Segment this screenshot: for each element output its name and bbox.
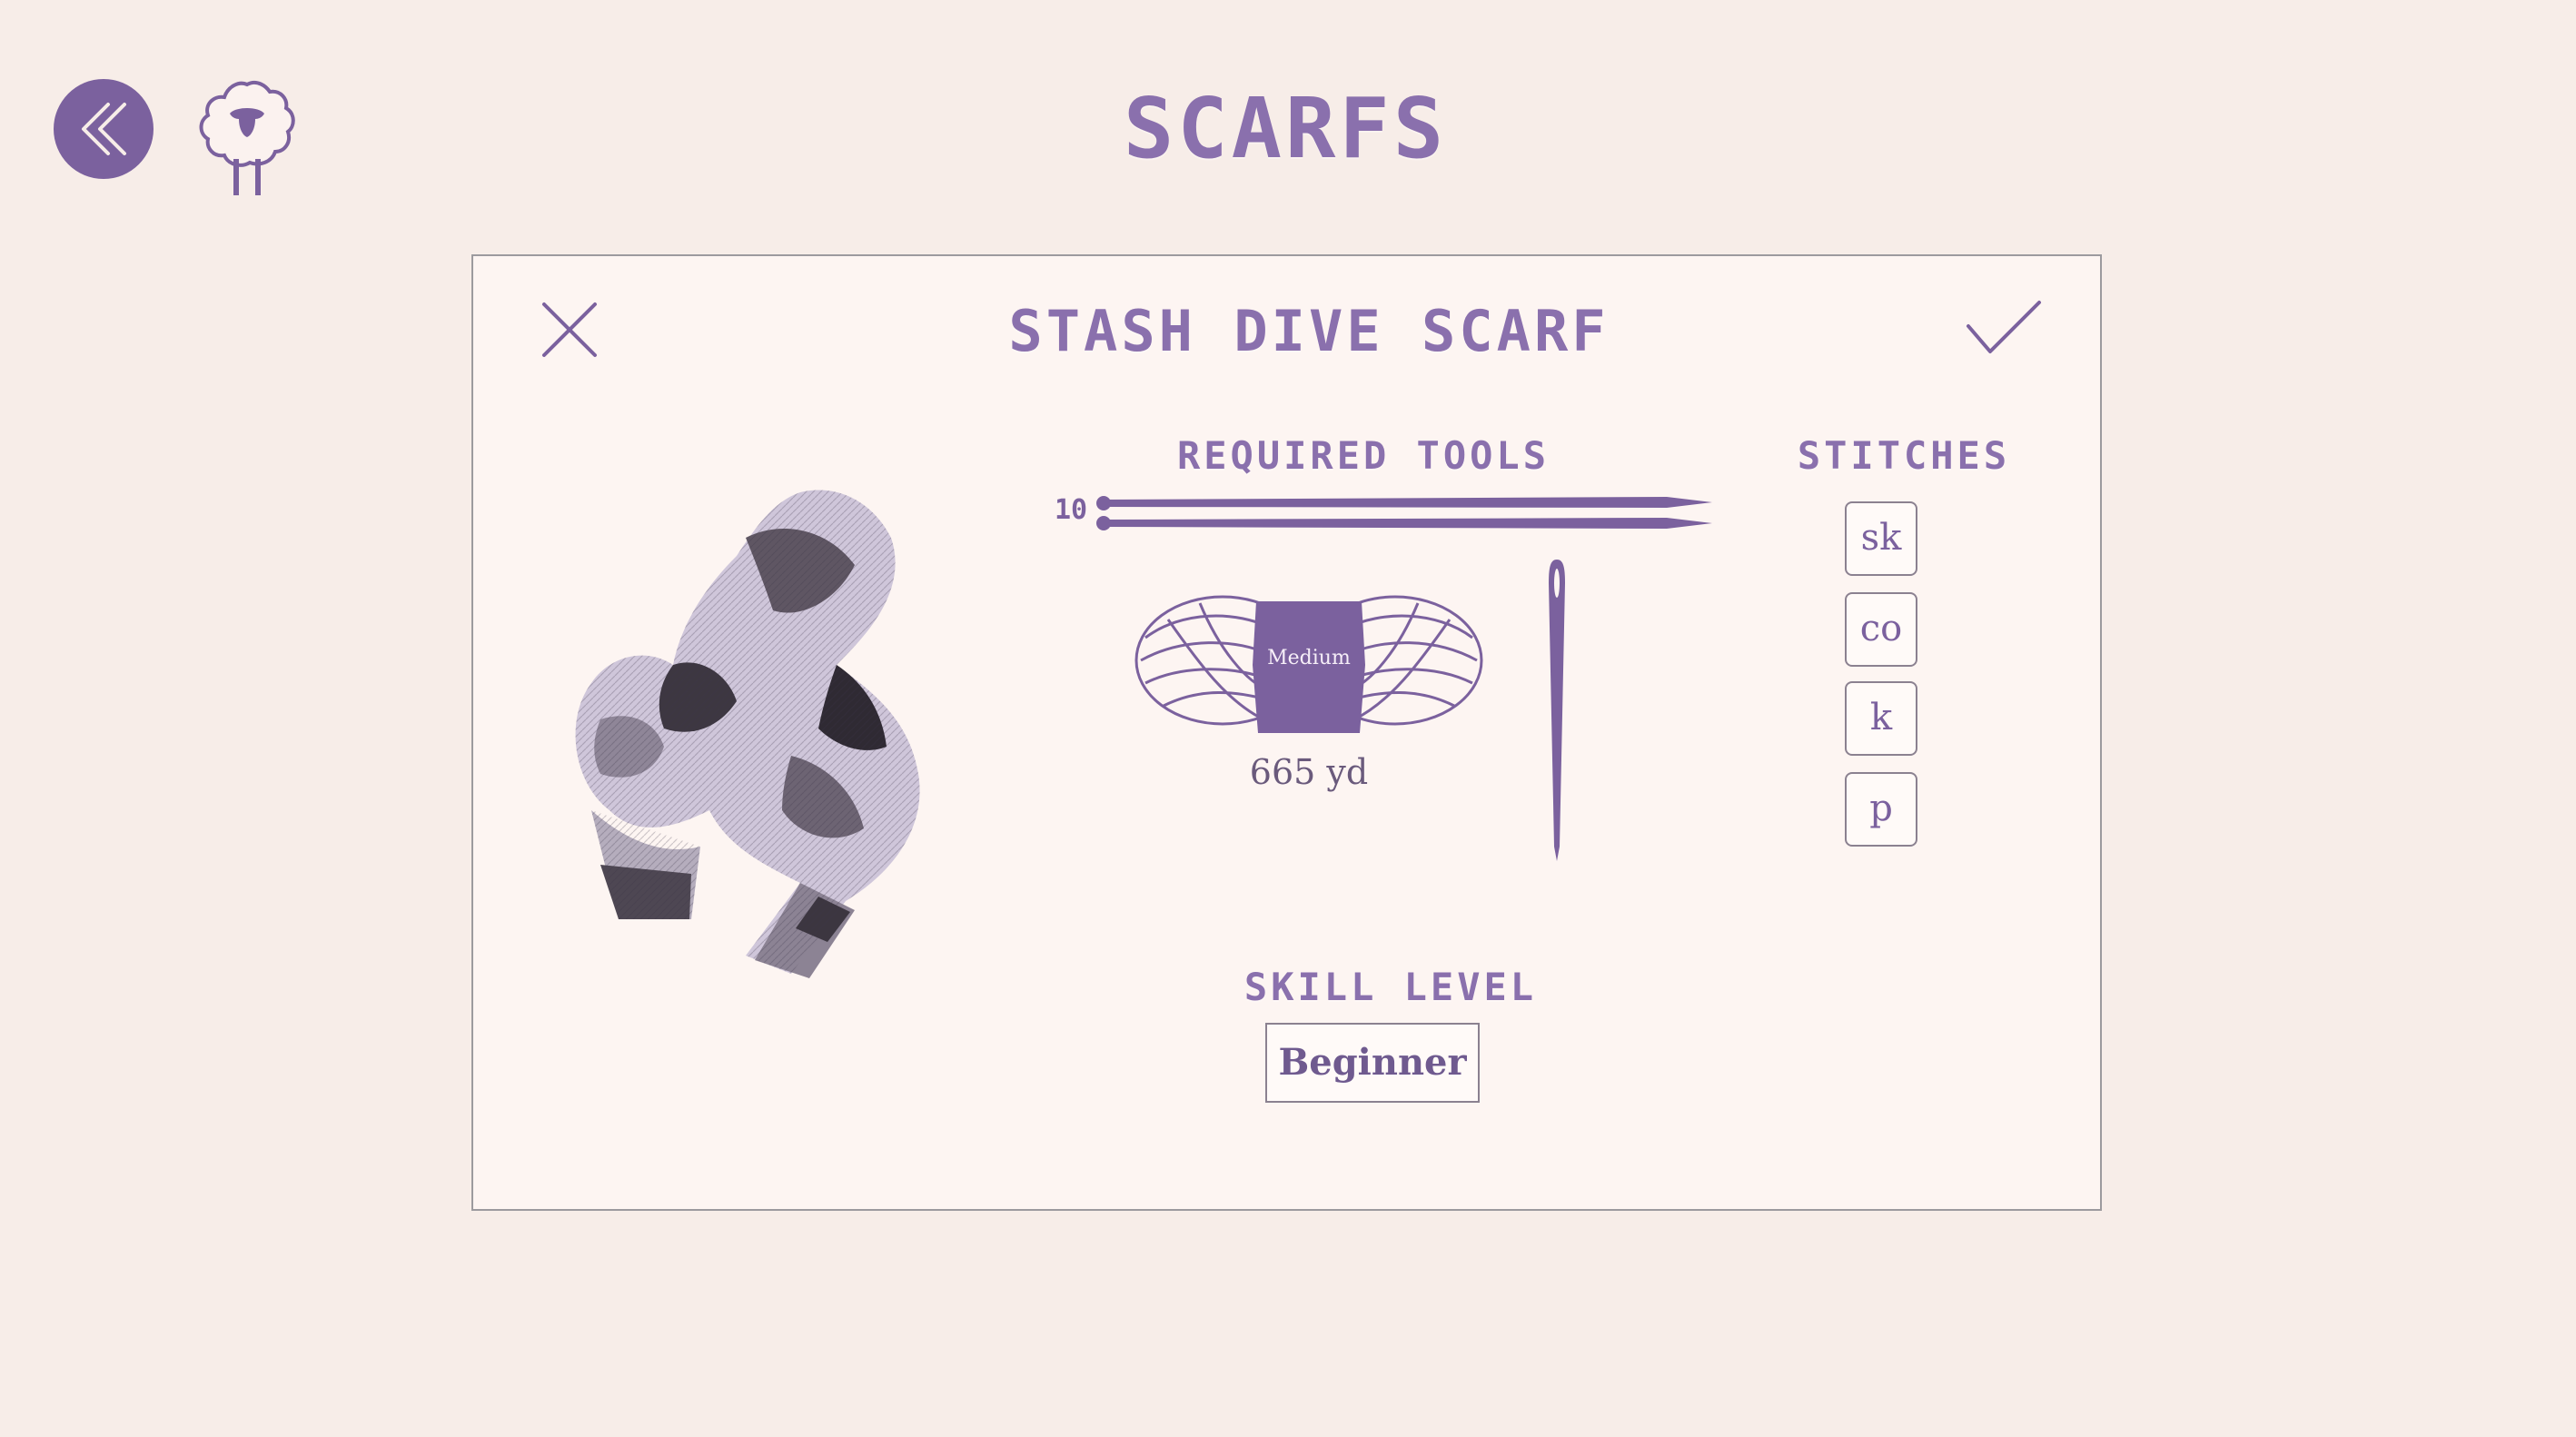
stitch-chip-sk[interactable]: sk: [1845, 501, 1917, 576]
needle-size-label: 10: [1054, 494, 1088, 526]
skill-level-badge: Beginner: [1265, 1023, 1480, 1103]
skill-level-heading: SKILL LEVEL: [1243, 965, 1538, 1009]
close-icon: [542, 302, 597, 357]
close-button[interactable]: [537, 297, 602, 362]
sheep-icon: [199, 80, 295, 195]
sheep-home-button[interactable]: [195, 77, 300, 204]
pattern-title: STASH DIVE SCARF: [1008, 298, 1610, 364]
tapestry-needle-icon: [1543, 556, 1570, 865]
stitch-chip-co[interactable]: co: [1845, 592, 1917, 667]
yarn-weight-label: Medium: [1267, 647, 1351, 669]
double-chevron-left-icon: [82, 103, 126, 155]
pattern-card: STASH DIVE SCARF REQUIRED TOOLS 10 Mediu…: [471, 254, 2102, 1211]
stitches-heading: STITCHES: [1797, 433, 2011, 478]
checkmark-icon: [1967, 301, 2041, 353]
stitch-chip-k[interactable]: k: [1845, 681, 1917, 756]
required-tools-heading: REQUIRED TOOLS: [1176, 433, 1550, 478]
confirm-button[interactable]: [1963, 297, 2045, 361]
page-title: SCARFS: [1123, 80, 1448, 177]
stitch-chip-p[interactable]: p: [1845, 772, 1917, 847]
knitting-needles-icon: [1095, 488, 1712, 542]
scarf-image: [564, 483, 1036, 992]
yarn-amount-label: 665 yd: [1249, 752, 1369, 792]
back-button[interactable]: [54, 79, 154, 179]
